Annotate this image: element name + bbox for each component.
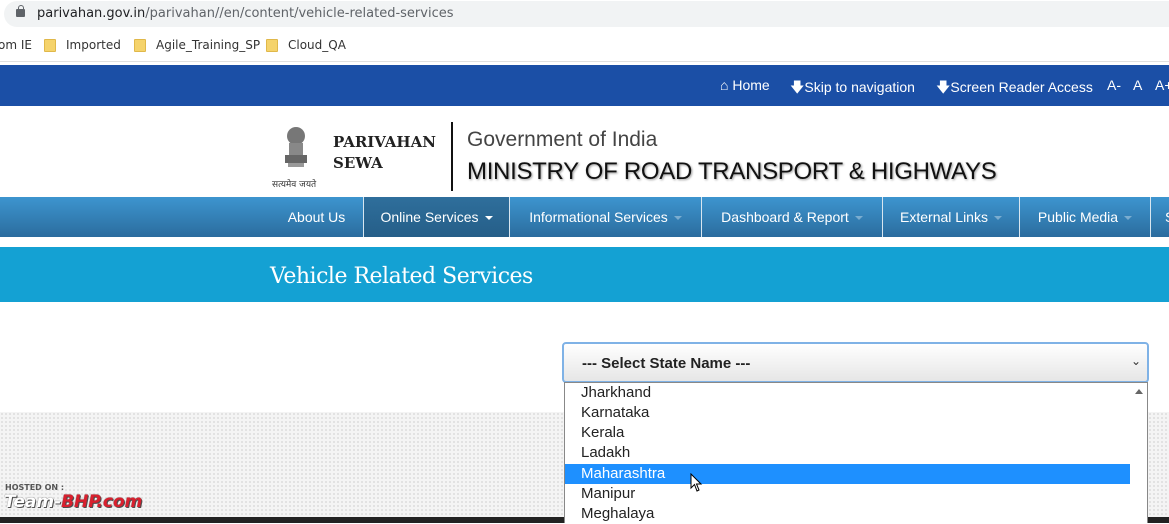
option-maharashtra[interactable]: Maharashtra xyxy=(565,464,1131,484)
nav-about-us[interactable]: About Us xyxy=(270,197,363,237)
brand-line: PARIVAHAN xyxy=(333,133,436,151)
folder-icon xyxy=(44,38,56,52)
parivahan-sewa-logo[interactable]: PARIVAHAN SEWA xyxy=(333,132,436,174)
main-nav: About Us Online Services Informational S… xyxy=(0,197,1169,237)
page-banner: Vehicle Related Services xyxy=(0,247,1169,302)
option-ladakh[interactable]: Ladakh xyxy=(565,443,1131,463)
arrow-down-icon: 🡇 xyxy=(936,79,951,95)
bookmark-label: Agile_Training_SP xyxy=(156,38,261,52)
bookmark-cloud-qa[interactable]: Cloud_QA xyxy=(266,38,346,52)
url-path: /parivahan//en/content/vehicle-related-s… xyxy=(145,6,454,21)
nav-label: External Links xyxy=(900,209,988,225)
nav-label: Dashboard & Report xyxy=(721,209,849,225)
nav-label: Informational Services xyxy=(529,209,668,225)
font-normal-button[interactable]: A xyxy=(1133,77,1142,93)
folder-icon xyxy=(134,38,146,52)
nav-public-media[interactable]: Public Media xyxy=(1019,197,1150,237)
option-kerala[interactable]: Kerala xyxy=(565,423,1131,443)
url-host: parivahan.gov.in xyxy=(37,6,146,21)
reader-label: Screen Reader Access xyxy=(950,79,1093,95)
state-options-list[interactable]: Jharkhand Karnataka Kerala Ladakh Mahara… xyxy=(564,382,1148,524)
emblem-motto: सत्यमेव जयते xyxy=(272,180,317,190)
national-emblem-icon[interactable] xyxy=(278,124,314,176)
home-link[interactable]: ⌂ Home xyxy=(720,77,770,93)
ministry-title: MINISTRY OF ROAD TRANSPORT & HIGHWAYS xyxy=(467,158,997,185)
folder-icon xyxy=(266,38,278,52)
option-jharkhand[interactable]: Jharkhand xyxy=(565,383,1131,403)
bookmark-label: Cloud_QA xyxy=(288,38,346,52)
scroll-up-arrow-icon[interactable] xyxy=(1135,389,1143,394)
nav-label: Public Media xyxy=(1037,209,1119,225)
divider xyxy=(451,122,453,191)
bookmarks-bar: om IE Imported Agile_Training_SP Cloud_Q… xyxy=(0,29,1169,62)
state-select[interactable]: --- Select State Name --- ⌄ xyxy=(562,342,1149,383)
caret-down-icon xyxy=(993,216,1002,221)
caret-down-icon xyxy=(673,216,682,221)
government-label: Government of India xyxy=(467,128,658,151)
bookmark-label: Imported xyxy=(66,38,121,52)
arrow-down-icon: 🡇 xyxy=(790,79,805,95)
brand-line: SEWA xyxy=(333,154,383,172)
caret-down-icon xyxy=(854,216,863,221)
bookmark-imported[interactable]: Imported xyxy=(44,38,121,52)
option-manipur[interactable]: Manipur xyxy=(565,484,1131,504)
caret-down-icon xyxy=(1124,216,1133,221)
option-meghalaya[interactable]: Meghalaya xyxy=(565,504,1131,524)
bookmark-ie[interactable]: om IE xyxy=(0,38,32,52)
font-decrease-button[interactable]: A- xyxy=(1107,77,1121,93)
nav-external-links[interactable]: External Links xyxy=(882,197,1019,237)
skip-label: Skip to navigation xyxy=(804,79,915,95)
watermark-hosted: HOSTED ON : xyxy=(5,483,65,492)
scrollbar[interactable] xyxy=(1130,383,1147,524)
screen-reader-link[interactable]: 🡇Screen Reader Access xyxy=(936,77,1093,101)
nav-label: About Us xyxy=(287,209,346,225)
select-value: --- Select State Name --- xyxy=(582,355,751,372)
nav-label: Online Services xyxy=(380,209,479,225)
bookmark-label: om IE xyxy=(0,38,32,52)
home-icon: ⌂ xyxy=(720,77,729,93)
skip-navigation-link[interactable]: 🡇Skip to navigation xyxy=(790,77,915,101)
nav-more[interactable]: S xyxy=(1150,197,1169,237)
nav-online-services[interactable]: Online Services xyxy=(363,197,509,237)
caret-down-icon xyxy=(484,216,493,221)
option-karnataka[interactable]: Karnataka xyxy=(565,403,1131,423)
page-title: Vehicle Related Services xyxy=(270,264,533,289)
lock-icon[interactable] xyxy=(16,5,25,17)
team-bhp-watermark: Team-BHP.com xyxy=(4,492,143,512)
url-text[interactable]: parivahan.gov.in/parivahan//en/content/v… xyxy=(37,6,454,21)
nav-label: S xyxy=(1165,209,1169,225)
mouse-cursor-icon xyxy=(690,473,703,492)
chevron-down-icon: ⌄ xyxy=(1130,354,1141,368)
address-bar[interactable]: parivahan.gov.in/parivahan//en/content/v… xyxy=(0,0,1169,29)
nav-dashboard-report[interactable]: Dashboard & Report xyxy=(701,197,882,237)
bookmark-agile[interactable]: Agile_Training_SP xyxy=(134,38,260,52)
top-utility-bar: ⌂ Home 🡇Skip to navigation 🡇Screen Reade… xyxy=(0,65,1169,106)
nav-informational-services[interactable]: Informational Services xyxy=(509,197,701,237)
font-increase-button[interactable]: A+ xyxy=(1155,77,1169,93)
home-label: Home xyxy=(732,77,770,93)
